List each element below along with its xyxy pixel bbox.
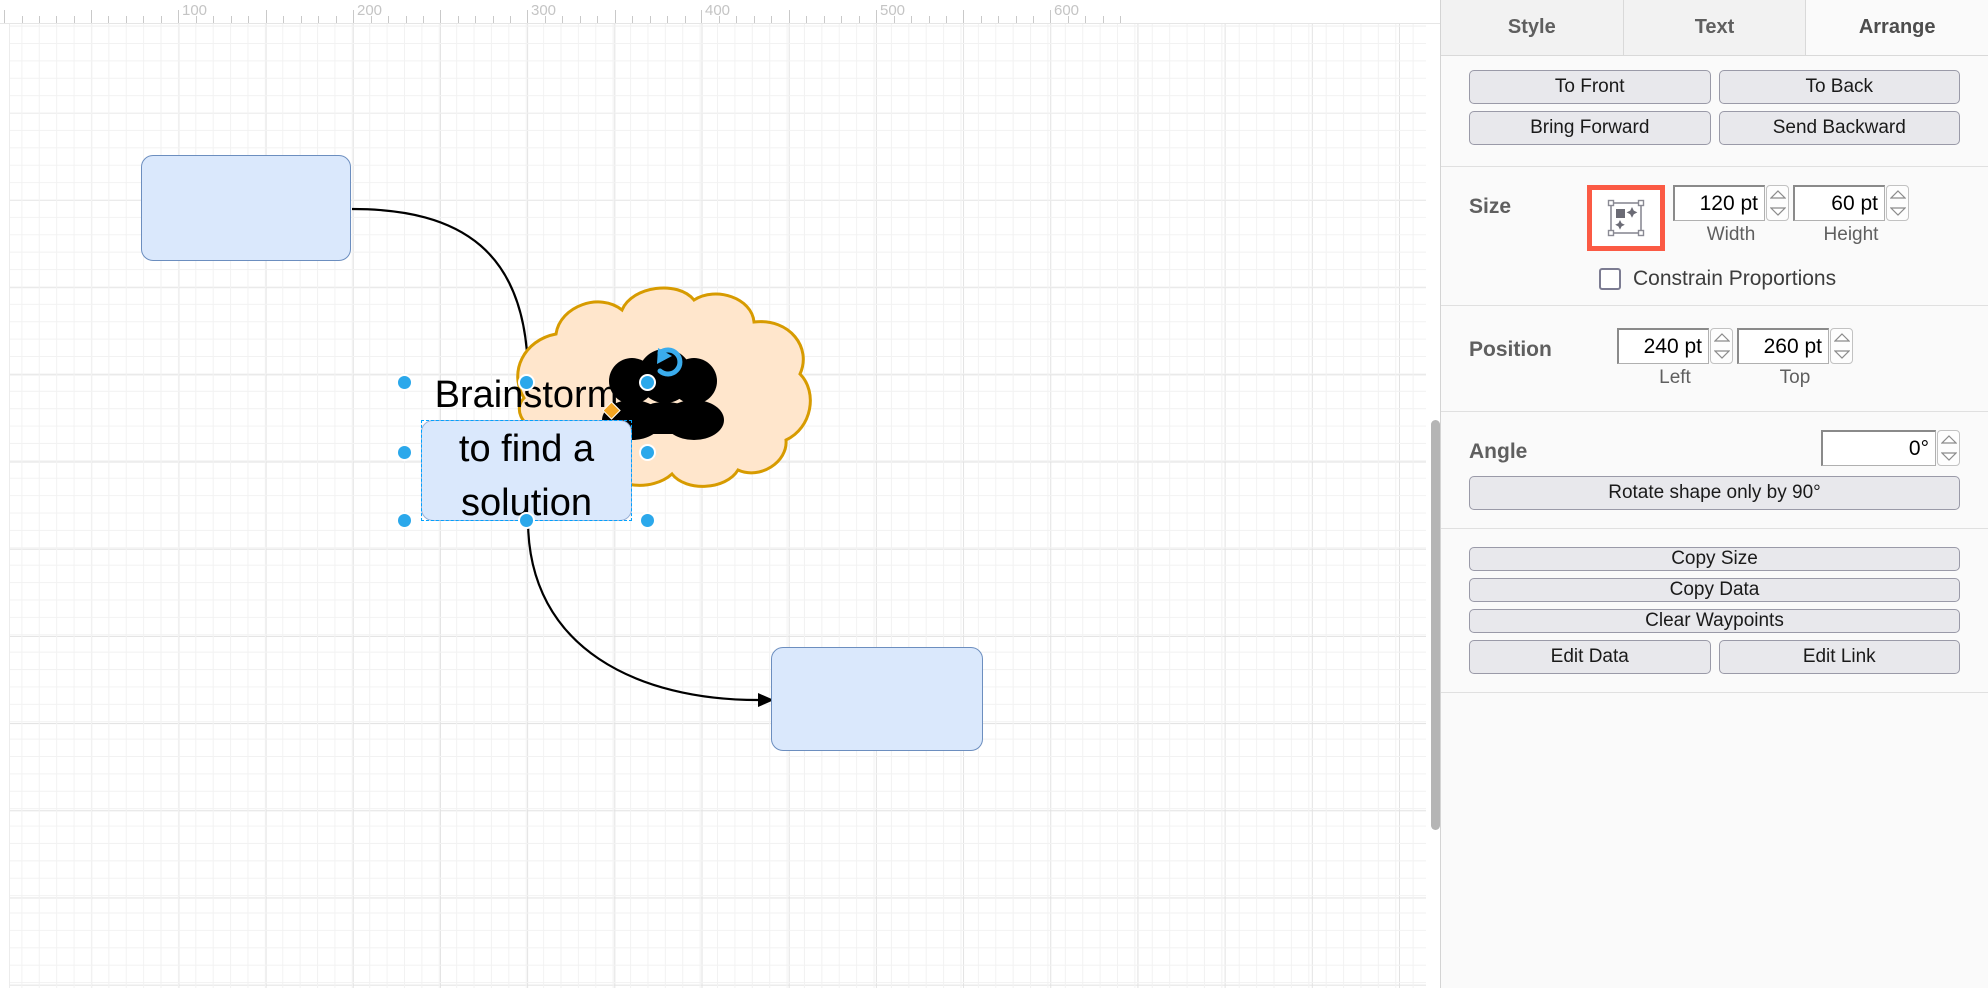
copy-size-button[interactable]: Copy Size (1469, 547, 1960, 571)
handle-top-center[interactable] (518, 374, 535, 391)
stepper-down-icon (1940, 452, 1957, 461)
height-label: Height (1823, 224, 1879, 245)
size-label: Size (1469, 195, 1512, 218)
to-front-button[interactable]: To Front (1469, 70, 1711, 104)
width-stepper[interactable] (1766, 185, 1789, 221)
format-panel: Style Text Arrange To Front To Back Brin… (1440, 0, 1988, 988)
panel-tabs: Style Text Arrange (1441, 0, 1988, 56)
angle-label: Angle (1469, 440, 1528, 463)
order-row-1: To Front To Back (1469, 70, 1960, 104)
angle-section: Angle 0° Rotate shape only by 90° (1441, 412, 1988, 529)
height-unit: 60 pt Height (1793, 185, 1909, 246)
actions-section: Copy Size Copy Data Clear Waypoints Edit… (1441, 529, 1988, 693)
constrain-proportions-label: Constrain Proportions (1633, 267, 1837, 290)
edit-row: Edit Data Edit Link (1469, 640, 1960, 674)
stepper-up-icon (1769, 190, 1786, 199)
shape-selected-box[interactable] (421, 420, 632, 521)
angle-input[interactable]: 0° (1821, 430, 1936, 466)
position-top-label: Top (1779, 367, 1811, 388)
stepper-down-icon (1769, 207, 1786, 216)
shape-bottom-right-box[interactable] (771, 647, 983, 751)
order-row-2: Bring Forward Send Backward (1469, 111, 1960, 145)
diagram-drawing (351, 207, 812, 707)
position-left-input[interactable]: 240 pt (1617, 328, 1709, 364)
bring-forward-button[interactable]: Bring Forward (1469, 111, 1711, 145)
tab-style[interactable]: Style (1441, 0, 1624, 55)
canvas-vertical-scrollbar[interactable] (1431, 420, 1440, 830)
stepper-down-icon (1889, 207, 1906, 216)
width-input[interactable]: 120 pt (1673, 185, 1765, 221)
size-section: Size 120 pt Width 60 pt Height Constrain… (1441, 167, 1988, 306)
autosize-icon[interactable] (1587, 185, 1665, 251)
clear-waypoints-button[interactable]: Clear Waypoints (1469, 609, 1960, 633)
edit-data-button[interactable]: Edit Data (1469, 640, 1711, 674)
handle-top-right[interactable] (639, 374, 656, 391)
position-label: Position (1469, 338, 1552, 361)
handle-bottom-center[interactable] (518, 512, 535, 529)
tab-text[interactable]: Text (1623, 0, 1807, 55)
ruler-label-400: 400 (705, 2, 731, 19)
autosize-glyph (1607, 199, 1645, 237)
stepper-up-icon (1833, 333, 1850, 342)
stepper-down-icon (1833, 350, 1850, 359)
position-left-label: Left (1659, 367, 1691, 388)
order-section: To Front To Back Bring Forward Send Back… (1441, 56, 1988, 167)
ruler-label-600: 600 (1054, 2, 1080, 19)
edge-bottom[interactable] (526, 519, 759, 702)
edit-link-button[interactable]: Edit Link (1718, 640, 1960, 674)
position-section: Position 240 pt Left 260 pt Top (1441, 306, 1988, 412)
position-inputs: 240 pt Left 260 pt Top (1617, 328, 1853, 389)
ruler-label-500: 500 (880, 2, 906, 19)
left-stepper[interactable] (1710, 328, 1733, 364)
ruler-label-300: 300 (531, 2, 557, 19)
send-backward-button[interactable]: Send Backward (1718, 111, 1960, 145)
copy-data-button[interactable]: Copy Data (1469, 578, 1960, 602)
edge-top[interactable] (351, 207, 530, 379)
handle-middle-left[interactable] (396, 444, 413, 461)
width-label: Width (1706, 224, 1756, 245)
position-row: Position 240 pt Left 260 pt Top (1469, 328, 1960, 389)
height-input[interactable]: 60 pt (1793, 185, 1885, 221)
ruler-label-100: 100 (182, 2, 208, 19)
constrain-proportions-checkbox[interactable] (1599, 268, 1621, 290)
size-inputs: 120 pt Width 60 pt Height (1673, 185, 1909, 246)
size-row: Size 120 pt Width 60 pt Height (1469, 185, 1960, 251)
stepper-up-icon (1940, 435, 1957, 444)
height-stepper[interactable] (1886, 185, 1909, 221)
shape-top-left-box[interactable] (141, 155, 351, 261)
angle-input-group: 0° (1821, 430, 1960, 466)
ruler-label-200: 200 (357, 2, 383, 19)
position-top-input[interactable]: 260 pt (1737, 328, 1829, 364)
angle-stepper[interactable] (1937, 430, 1960, 466)
vertical-ruler[interactable] (0, 0, 10, 988)
handle-middle-right[interactable] (639, 444, 656, 461)
actions-stack: Copy Size Copy Data Clear Waypoints Edit… (1469, 547, 1960, 674)
diagram-canvas[interactable]: Brainstorm to find a solution 100 200 30… (0, 0, 1440, 988)
constrain-proportions-row[interactable]: Constrain Proportions (1469, 267, 1960, 291)
handle-bottom-right[interactable] (639, 512, 656, 529)
handle-bottom-left[interactable] (396, 512, 413, 529)
left-unit: 240 pt Left (1617, 328, 1733, 389)
tab-arrange[interactable]: Arrange (1806, 0, 1988, 55)
top-unit: 260 pt Top (1737, 328, 1853, 389)
horizontal-ruler[interactable]: 100 200 300 400 500 600 (0, 0, 1440, 24)
stepper-down-icon (1713, 350, 1730, 359)
stepper-up-icon (1889, 190, 1906, 199)
top-stepper[interactable] (1830, 328, 1853, 364)
width-unit: 120 pt Width (1673, 185, 1789, 246)
to-back-button[interactable]: To Back (1718, 70, 1960, 104)
rotate-row: Rotate shape only by 90° (1469, 476, 1960, 510)
angle-row: Angle 0° (1469, 430, 1960, 466)
app-root: Brainstorm to find a solution 100 200 30… (0, 0, 1988, 988)
stepper-up-icon (1713, 333, 1730, 342)
handle-top-left[interactable] (396, 374, 413, 391)
rotate-shape-90-button[interactable]: Rotate shape only by 90° (1469, 476, 1960, 510)
